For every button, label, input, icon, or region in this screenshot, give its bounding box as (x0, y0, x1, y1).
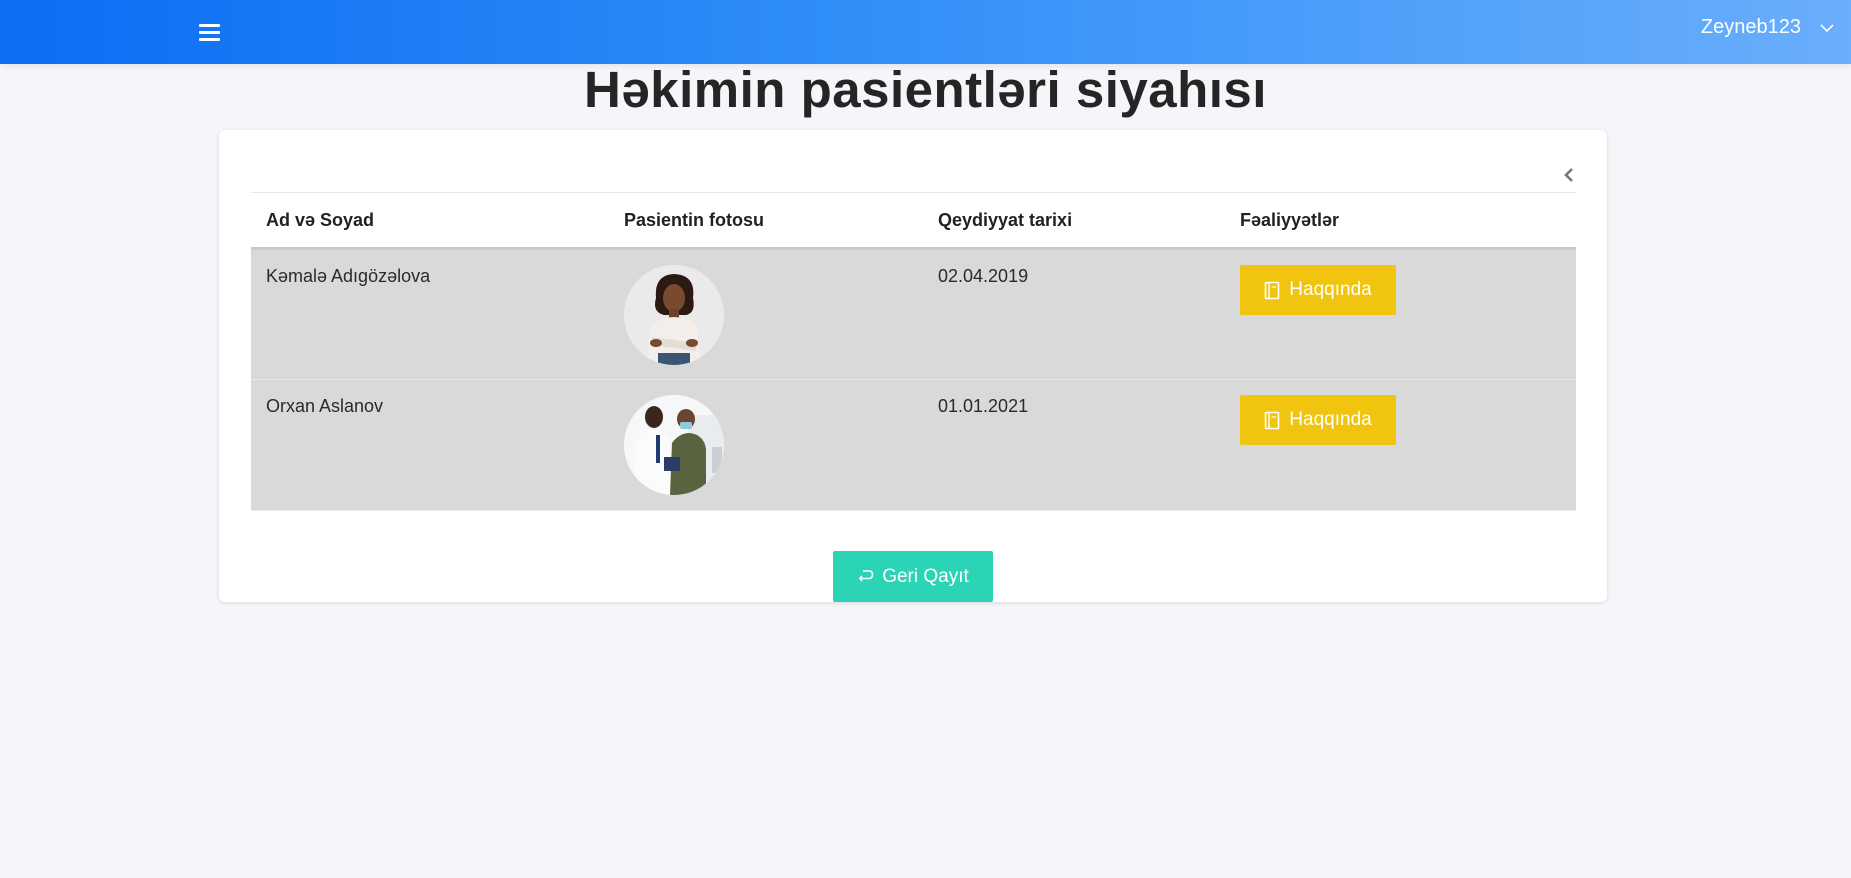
about-button[interactable]: Haqqında (1240, 265, 1396, 315)
chevron-left-icon[interactable] (1561, 166, 1577, 184)
actions-cell: Haqqında (1225, 380, 1576, 511)
chevron-down-icon[interactable] (1819, 20, 1835, 36)
table-header-row: Ad və Soyad Pasientin fotosu Qeydiyyat t… (251, 192, 1576, 250)
about-button-label: Haqqında (1289, 409, 1372, 430)
return-arrow-icon (859, 569, 874, 581)
back-button[interactable]: Geri Qayıt (833, 551, 993, 602)
about-button[interactable]: Haqqında (1240, 395, 1396, 445)
column-header-name: Ad və Soyad (251, 192, 609, 250)
registration-date: 02.04.2019 (938, 266, 1029, 286)
column-header-date: Qeydiyyat tarixi (923, 192, 1225, 250)
patient-photo-cell (609, 380, 923, 511)
patient-name: Orxan Aslanov (266, 396, 384, 416)
user-menu[interactable]: Zeyneb123 (1701, 16, 1835, 39)
patient-photo-cell (609, 249, 923, 380)
back-button-label: Geri Qayıt (882, 565, 969, 587)
book-icon (1264, 281, 1280, 299)
patient-name: Kəmalə Adıgözəlova (266, 266, 431, 286)
patients-card: Ad və Soyad Pasientin fotosu Qeydiyyat t… (219, 130, 1607, 602)
table-row: Kəmalə Adıgözəlova 02.04.2019 Haqqında (251, 248, 1576, 380)
patient-photo (624, 265, 724, 365)
patients-table: Ad və Soyad Pasientin fotosu Qeydiyyat t… (251, 192, 1576, 511)
patient-photo (624, 395, 724, 495)
page-title: Həkimin pasientləri siyahısı (584, 61, 1267, 118)
actions-cell: Haqqında (1225, 249, 1576, 380)
table-row: Orxan Aslanov 01.01.2021 Haqqında (251, 379, 1576, 511)
top-navbar: Zeyneb123 (0, 0, 1851, 64)
book-icon (1264, 411, 1280, 429)
patients-table-wrapper: Ad və Soyad Pasientin fotosu Qeydiyyat t… (251, 192, 1576, 511)
username-label[interactable]: Zeyneb123 (1701, 16, 1801, 39)
hamburger-icon[interactable] (199, 24, 220, 41)
registration-date: 01.01.2021 (938, 396, 1029, 416)
column-header-actions: Fəaliyyətlər (1225, 192, 1576, 250)
about-button-label: Haqqında (1289, 279, 1372, 300)
column-header-photo: Pasientin fotosu (609, 192, 923, 250)
